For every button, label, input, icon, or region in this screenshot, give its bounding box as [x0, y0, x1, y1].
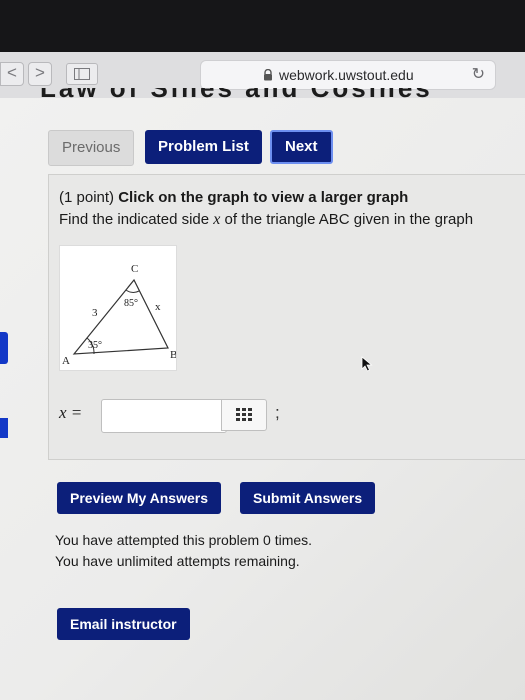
task-text-end: of the triangle ABC given in the graph: [220, 211, 474, 228]
lock-icon: [264, 69, 272, 81]
mouse-cursor-icon: [361, 356, 373, 372]
angle-label-c: 85°: [124, 298, 138, 309]
reload-icon[interactable]: ↻: [472, 67, 485, 83]
forward-button[interactable]: >: [28, 62, 52, 86]
sidebar-toggle-button[interactable]: [66, 63, 98, 85]
submit-answers-button[interactable]: Submit Answers: [240, 482, 376, 514]
attempts-count-text: You have attempted this problem 0 times.: [55, 532, 313, 548]
vertex-label-c: C: [131, 263, 138, 275]
side-tab-marker: [0, 332, 8, 364]
sidebar-icon: [74, 68, 90, 80]
angle-label-a: 35°: [88, 340, 102, 351]
screen-bezel: [0, 0, 525, 52]
back-button[interactable]: <: [0, 62, 24, 86]
triangle-graph[interactable]: C A B 85° 35° 3 x: [59, 245, 177, 371]
problem-panel: (1 point) Click on the graph to view a l…: [48, 174, 525, 460]
problem-instruction: Click on the graph to view a larger grap…: [118, 189, 409, 206]
next-button[interactable]: Next: [270, 130, 333, 164]
answer-label: x =: [59, 403, 83, 422]
task-text-start: Find the indicated side: [59, 211, 214, 228]
equation-editor-button[interactable]: [221, 399, 267, 431]
preview-answers-button[interactable]: Preview My Answers: [57, 482, 221, 514]
address-bar[interactable]: webwork.uwstout.edu ↻: [200, 60, 496, 90]
side-label-cb: x: [155, 301, 161, 313]
answer-separator: ;: [275, 403, 280, 422]
problem-header: (1 point) Click on the graph to view a l…: [59, 189, 408, 206]
side-tab-marker: [0, 418, 8, 438]
attempts-remaining-text: You have unlimited attempts remaining.: [55, 553, 300, 569]
triangle-diagram: C A B 85° 35° 3 x: [62, 263, 177, 367]
vertex-label-b: B: [170, 349, 176, 361]
side-label-ac: 3: [92, 307, 98, 319]
vertex-label-a: A: [62, 355, 70, 367]
url-text: webwork.uwstout.edu: [279, 67, 414, 83]
answer-input[interactable]: [101, 399, 227, 433]
problem-task: Find the indicated side x of the triangl…: [59, 211, 473, 229]
webwork-page: Law of Sines and Cosines Previous Proble…: [0, 88, 525, 700]
previous-button[interactable]: Previous: [48, 130, 135, 166]
email-instructor-button[interactable]: Email instructor: [57, 608, 190, 640]
problem-list-button[interactable]: Problem List: [145, 130, 262, 164]
keypad-icon: [236, 408, 252, 421]
problem-points: (1 point): [59, 189, 115, 206]
page-title: Law of Sines and Cosines: [40, 88, 525, 102]
